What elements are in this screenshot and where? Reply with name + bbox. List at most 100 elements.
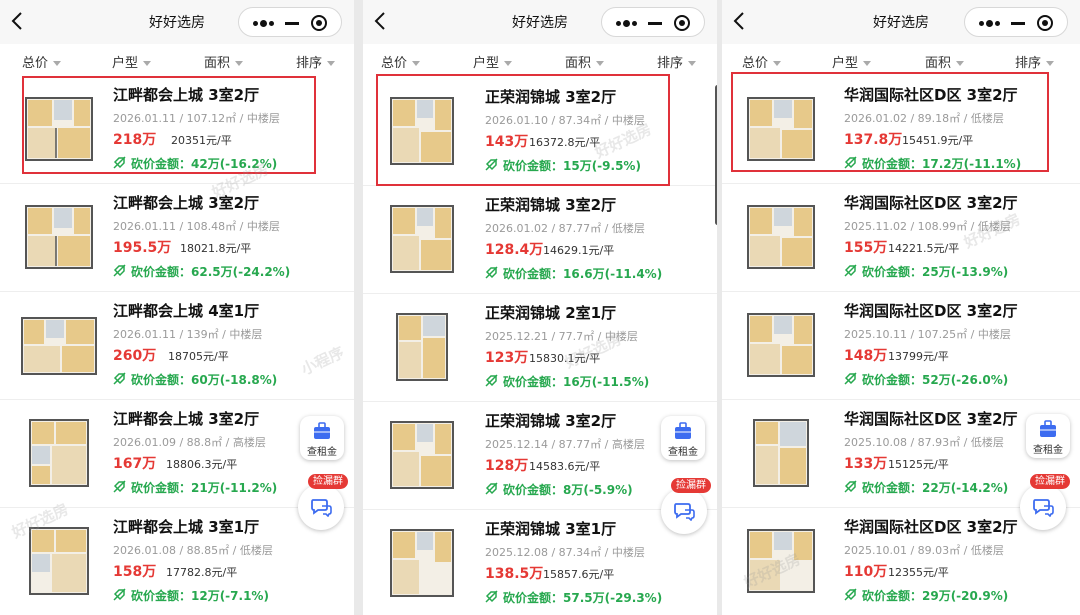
minimize-icon[interactable]: [285, 22, 299, 25]
briefcase-icon: [314, 422, 330, 439]
unit-price: 14221.5元/平: [888, 242, 960, 255]
check-rent-button[interactable]: 查租金: [1026, 414, 1070, 458]
listing-title: 华润国际社区D区 3室2厅: [844, 86, 1018, 104]
listing-card[interactable]: 正荣润锦城 2室1厅 2025.12.21 / 77.7㎡ / 中楼层 123万…: [363, 294, 717, 402]
listing-card[interactable]: 正荣润锦城 3室2厅 2026.01.10 / 87.34㎡ / 中楼层 143…: [363, 78, 717, 186]
listing-title: 正荣润锦城 3室2厅: [485, 412, 617, 430]
floorplan-thumbnail: [25, 205, 93, 269]
price-tag-icon: [113, 156, 126, 169]
price-tag-icon: [113, 588, 126, 601]
filter-label: 面积: [565, 56, 592, 71]
check-rent-label: 查租金: [307, 447, 337, 458]
chat-bubbles-icon: [311, 499, 332, 517]
mini-program-header: 好好选房: [722, 0, 1080, 44]
listing-price: 128.4万: [485, 242, 544, 258]
filter-layout[interactable]: 户型: [112, 52, 152, 71]
price-tag-icon: [485, 482, 498, 495]
filter-sort[interactable]: 排序: [296, 52, 336, 71]
listing-meta: 2026.01.02 / 89.18㎡ / 低楼层: [844, 112, 1004, 125]
bargain-group-badge: 捡漏群: [671, 478, 711, 493]
price-cut-text: 砍价金额：42万(-16.2%): [131, 157, 278, 171]
price-cut-text: 砍价金额：29万(-20.9%): [862, 589, 1009, 603]
unit-price: 18021.8元/平: [180, 242, 252, 255]
listing-title: 江畔都会上城 3室1厅: [113, 518, 260, 536]
filter-sort[interactable]: 排序: [657, 52, 697, 71]
listing-price: 137.8万: [844, 132, 903, 148]
listing-meta: 2026.01.09 / 88.8㎡ / 高楼层: [113, 436, 266, 449]
unit-price: 14629.1元/平: [543, 244, 615, 257]
listing-card[interactable]: 华润国际社区D区 3室2厅 2025.10.11 / 107.25㎡ / 中楼层…: [722, 292, 1080, 400]
listing-card[interactable]: 江畔都会上城 3室1厅 2026.01.08 / 88.85㎡ / 低楼层 15…: [0, 508, 354, 615]
filter-total-price[interactable]: 总价: [22, 52, 62, 71]
filter-layout[interactable]: 户型: [473, 52, 513, 71]
listing-card[interactable]: 江畔都会上城 4室1厅 2026.01.11 / 139㎡ / 中楼层 260万…: [0, 292, 354, 400]
minimize-icon[interactable]: [1011, 22, 1025, 25]
filter-layout[interactable]: 户型: [832, 52, 872, 71]
dropdown-triangle-icon: [956, 61, 965, 66]
bargain-group-badge: 捡漏群: [1030, 474, 1070, 489]
listing-title: 华润国际社区D区 3室2厅: [844, 518, 1018, 536]
listing-title: 江畔都会上城 3室2厅: [113, 86, 260, 104]
listing-meta: 2026.01.11 / 107.12㎡ / 中楼层: [113, 112, 280, 125]
unit-price: 20351元/平: [171, 134, 232, 147]
listing-price: 148万: [844, 348, 888, 364]
filter-label: 排序: [657, 56, 684, 71]
target-circle-icon[interactable]: [1037, 15, 1053, 31]
dropdown-triangle-icon: [1046, 61, 1055, 66]
price-cut-text: 砍价金额：21万(-11.2%): [131, 481, 278, 495]
filter-sort[interactable]: 排序: [1015, 52, 1055, 71]
unit-price: 18705元/平: [168, 350, 229, 363]
dropdown-triangle-icon: [773, 61, 782, 66]
scrollbar-thumb[interactable]: [715, 85, 717, 225]
listing-card[interactable]: 江畔都会上城 3室2厅 2026.01.11 / 107.12㎡ / 中楼层 2…: [0, 76, 354, 184]
price-cut-text: 砍价金额：62.5万(-24.2%): [131, 265, 291, 279]
target-circle-icon[interactable]: [311, 15, 327, 31]
filter-area[interactable]: 面积: [565, 52, 605, 71]
check-rent-button[interactable]: 查租金: [661, 416, 705, 460]
filter-total-price[interactable]: 总价: [742, 52, 782, 71]
more-dots-icon[interactable]: [253, 20, 274, 27]
listing-card[interactable]: 华润国际社区D区 3室2厅 2025.10.01 / 89.03㎡ / 低楼层 …: [722, 508, 1080, 615]
price-cut-text: 砍价金额：8万(-5.9%): [503, 483, 633, 497]
bargain-group-button[interactable]: 捡漏群: [1020, 474, 1070, 530]
dropdown-triangle-icon: [412, 61, 421, 66]
target-circle-icon[interactable]: [674, 15, 690, 31]
listing-card[interactable]: 华润国际社区D区 3室2厅 2025.11.02 / 108.99㎡ / 低楼层…: [722, 184, 1080, 292]
unit-price: 17782.8元/平: [166, 566, 238, 579]
price-cut-text: 砍价金额：57.5万(-29.3%): [503, 591, 663, 605]
listing-card[interactable]: 华润国际社区D区 3室2厅 2026.01.02 / 89.18㎡ / 低楼层 …: [722, 76, 1080, 184]
check-rent-button[interactable]: 查租金: [300, 416, 344, 460]
price-tag-icon: [113, 372, 126, 385]
price-cut-text: 砍价金额：15万(-9.5%): [503, 159, 641, 173]
phone-panel-3: 好好选房 总价 户型 面积 排序 华润国际社区D区 3室2厅 2026.01.0…: [722, 0, 1080, 615]
bargain-group-button[interactable]: 捡漏群: [298, 474, 348, 530]
price-tag-icon: [485, 590, 498, 603]
listing-meta: 2026.01.10 / 87.34㎡ / 中楼层: [485, 114, 645, 127]
listing-price: 167万: [113, 456, 157, 472]
price-cut-text: 砍价金额：16.6万(-11.4%): [503, 267, 663, 281]
floorplan-thumbnail: [25, 97, 93, 161]
filter-total-price[interactable]: 总价: [381, 52, 421, 71]
filter-area[interactable]: 面积: [925, 52, 965, 71]
briefcase-icon: [1040, 420, 1056, 437]
listing-price: 138.5万: [485, 566, 544, 582]
listing-meta: 2026.01.02 / 87.77㎡ / 低楼层: [485, 222, 645, 235]
listing-title: 正荣润锦城 2室1厅: [485, 304, 617, 322]
listing-title: 江畔都会上城 3室2厅: [113, 410, 260, 428]
dropdown-triangle-icon: [235, 61, 244, 66]
filter-bar: 总价 户型 面积 排序: [0, 44, 354, 76]
floorplan-thumbnail: [390, 529, 454, 597]
listing-meta: 2025.10.01 / 89.03㎡ / 低楼层: [844, 544, 1004, 557]
filter-area[interactable]: 面积: [204, 52, 244, 71]
listing-card[interactable]: 江畔都会上城 3室2厅 2026.01.11 / 108.48㎡ / 中楼层 1…: [0, 184, 354, 292]
capsule-menu: [238, 7, 342, 37]
listing-title: 正荣润锦城 3室2厅: [485, 88, 617, 106]
listing-price: 155万: [844, 240, 888, 256]
listing-card[interactable]: 正荣润锦城 3室1厅 2025.12.08 / 87.34㎡ / 中楼层 138…: [363, 510, 717, 615]
minimize-icon[interactable]: [648, 22, 662, 25]
listing-price: 110万: [844, 564, 888, 580]
more-dots-icon[interactable]: [616, 20, 637, 27]
more-dots-icon[interactable]: [979, 20, 1000, 27]
listing-card[interactable]: 正荣润锦城 3室2厅 2026.01.02 / 87.77㎡ / 低楼层 128…: [363, 186, 717, 294]
bargain-group-button[interactable]: 捡漏群: [661, 478, 711, 534]
